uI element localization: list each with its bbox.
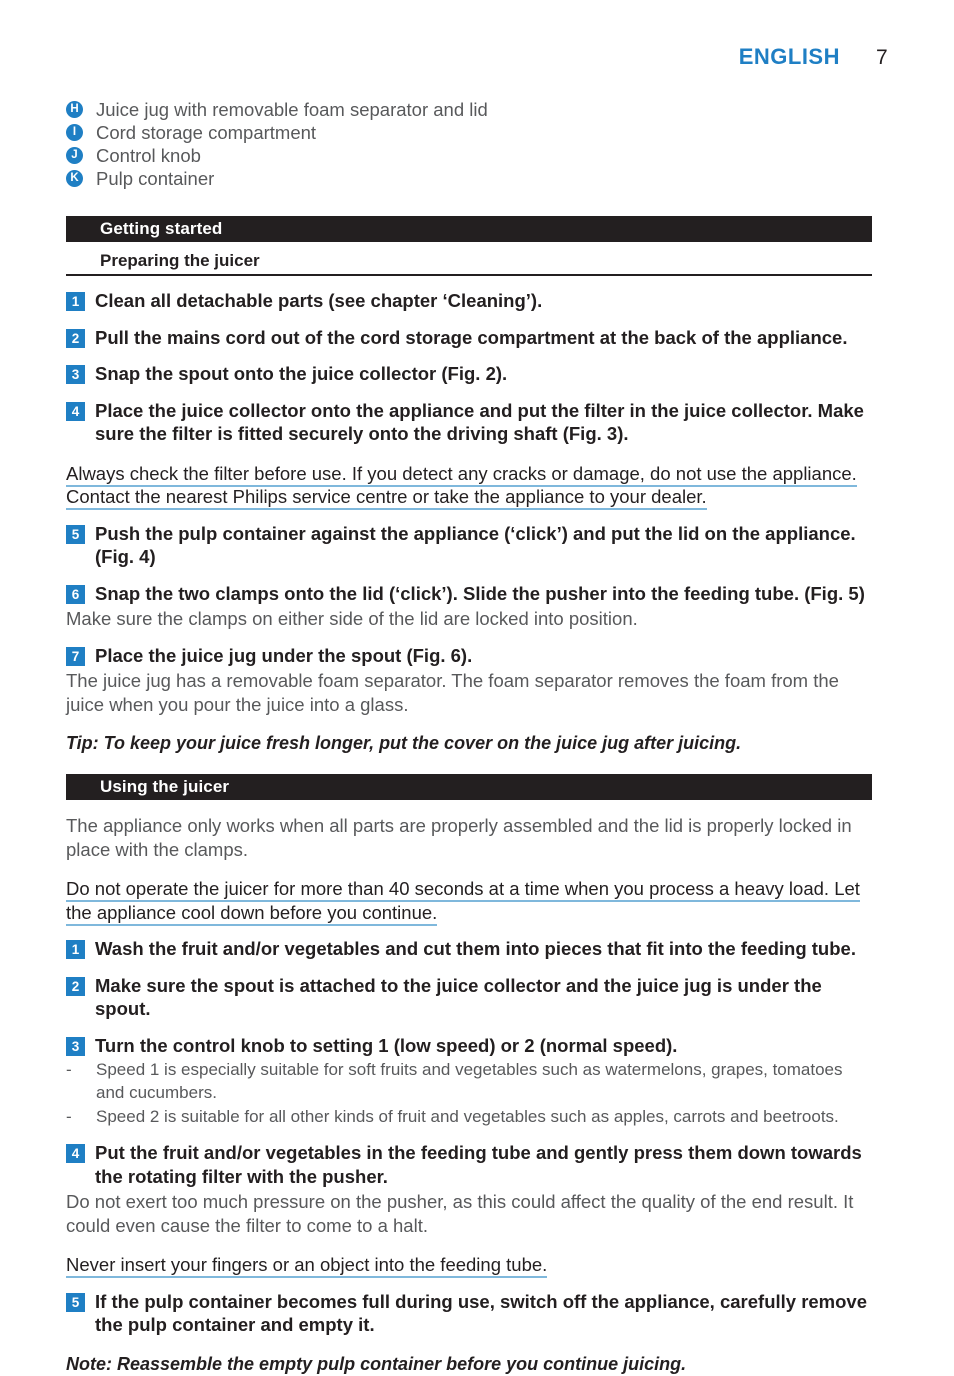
numbered-step: 1 Wash the fruit and/or vegetables and c… xyxy=(66,937,872,961)
list-item: J Control knob xyxy=(66,144,872,167)
numbered-step: 7 Place the juice jug under the spout (F… xyxy=(66,644,872,668)
step-text: Push the pulp container against the appl… xyxy=(95,522,856,568)
part-letter-badge: I xyxy=(66,124,83,141)
running-head-language: ENGLISH xyxy=(738,44,840,69)
list-item: K Pulp container xyxy=(66,167,872,190)
part-label: Juice jug with removable foam separator … xyxy=(96,99,488,120)
step-text: Wash the fruit and/or vegetables and cut… xyxy=(95,938,856,959)
step-text: If the pulp container becomes full durin… xyxy=(95,1290,868,1336)
step-note: Make sure the clamps on either side of t… xyxy=(66,608,638,629)
section-header-using-the-juicer: Using the juicer xyxy=(66,774,872,800)
warning-underlined: Do not operate the juicer for more than … xyxy=(66,878,860,926)
step-text: Snap the spout onto the juice collector … xyxy=(95,363,508,384)
running-head: ENGLISH 7 xyxy=(0,44,954,74)
step-text: Put the fruit and/or vegetables in the f… xyxy=(95,1142,862,1187)
numbered-step: 4 Place the juice collector onto the app… xyxy=(66,399,872,446)
numbered-step: 2 Pull the mains cord out of the cord st… xyxy=(66,326,872,350)
note-text: Note: Reassemble the empty pulp containe… xyxy=(66,1353,687,1374)
dash-bullet-text: Speed 1 is especially suitable for soft … xyxy=(96,1060,843,1102)
step-text: Place the juice jug under the spout (Fig… xyxy=(95,644,473,666)
section-title: Using the juicer xyxy=(100,777,230,796)
step-number-badge: 2 xyxy=(66,976,85,996)
warning-text: Never insert your fingers or an object i… xyxy=(66,1253,872,1278)
section-title: Getting started xyxy=(100,219,223,238)
step-number-badge: 3 xyxy=(66,365,85,384)
subsection-title: Preparing the juicer xyxy=(100,251,260,270)
numbered-step: 2 Make sure the spout is attached to the… xyxy=(66,974,872,1021)
parts-list: H Juice jug with removable foam separato… xyxy=(66,98,872,190)
numbered-step: 4 Put the fruit and/or vegetables in the… xyxy=(66,1141,872,1188)
section-header-getting-started: Getting started xyxy=(66,216,872,242)
step-number-badge: 1 xyxy=(66,940,85,959)
warning-underlined: Never insert your fingers or an object i… xyxy=(66,1254,548,1278)
step-note: Do not exert too much pressure on the pu… xyxy=(66,1191,854,1236)
numbered-step: 3 Turn the control knob to setting 1 (lo… xyxy=(66,1034,872,1058)
dash-bullet: - Speed 2 is suitable for all other kind… xyxy=(66,1105,872,1128)
warning-text: Do not operate the juicer for more than … xyxy=(66,877,872,926)
step-number-badge: 4 xyxy=(66,1144,85,1163)
warning-underlined: Always check the filter before use. If y… xyxy=(66,462,857,510)
step-number-badge: 1 xyxy=(66,292,85,311)
step-text: Pull the mains cord out of the cord stor… xyxy=(95,326,848,348)
numbered-step: 6 Snap the two clamps onto the lid (‘cli… xyxy=(66,582,872,606)
step-number-badge: 5 xyxy=(66,524,85,544)
page-number: 7 xyxy=(876,46,888,69)
numbered-step: 5 If the pulp container becomes full dur… xyxy=(66,1290,872,1337)
list-item: H Juice jug with removable foam separato… xyxy=(66,98,872,121)
numbered-step: 5 Push the pulp container against the ap… xyxy=(66,522,872,569)
part-label: Cord storage compartment xyxy=(96,122,317,143)
step-text: Make sure the spout is attached to the j… xyxy=(95,974,822,1020)
numbered-step: 3 Snap the spout onto the juice collecto… xyxy=(66,362,872,386)
step-note: The juice jug has a removable foam separ… xyxy=(66,670,839,715)
numbered-step: 1 Clean all detachable parts (see chapte… xyxy=(66,289,872,313)
content-column: H Juice jug with removable foam separato… xyxy=(66,98,872,1376)
part-label: Control knob xyxy=(96,145,201,166)
dash-bullet-text: Speed 2 is suitable for all other kinds … xyxy=(96,1107,839,1126)
part-label: Pulp container xyxy=(96,168,215,189)
step-number-badge: 7 xyxy=(66,646,85,666)
dash-bullet: - Speed 1 is especially suitable for sof… xyxy=(66,1058,872,1104)
part-letter-badge: J xyxy=(66,147,83,164)
step-number-badge: 3 xyxy=(66,1036,85,1056)
section-intro: The appliance only works when all parts … xyxy=(66,815,852,860)
step-number-badge: 6 xyxy=(66,584,85,604)
step-text: Turn the control knob to setting 1 (low … xyxy=(95,1034,678,1056)
step-text: Snap the two clamps onto the lid (‘click… xyxy=(95,582,865,604)
list-item: I Cord storage compartment xyxy=(66,121,872,144)
dash-marker: - xyxy=(66,1060,72,1079)
dash-marker: - xyxy=(66,1107,72,1126)
step-text: Clean all detachable parts (see chapter … xyxy=(95,290,543,311)
step-text: Place the juice collector onto the appli… xyxy=(95,399,864,445)
step-number-badge: 2 xyxy=(66,328,85,348)
part-letter-badge: H xyxy=(66,101,83,118)
subsection-header-preparing-the-juicer: Preparing the juicer xyxy=(66,251,872,276)
step-number-badge: 4 xyxy=(66,401,85,421)
warning-text: Always check the filter before use. If y… xyxy=(66,462,872,510)
step-number-badge: 5 xyxy=(66,1292,85,1312)
document-page: ENGLISH 7 H Juice jug with removable foa… xyxy=(0,0,954,1374)
tip-text: Tip: To keep your juice fresh longer, pu… xyxy=(66,733,742,753)
part-letter-badge: K xyxy=(66,170,83,187)
